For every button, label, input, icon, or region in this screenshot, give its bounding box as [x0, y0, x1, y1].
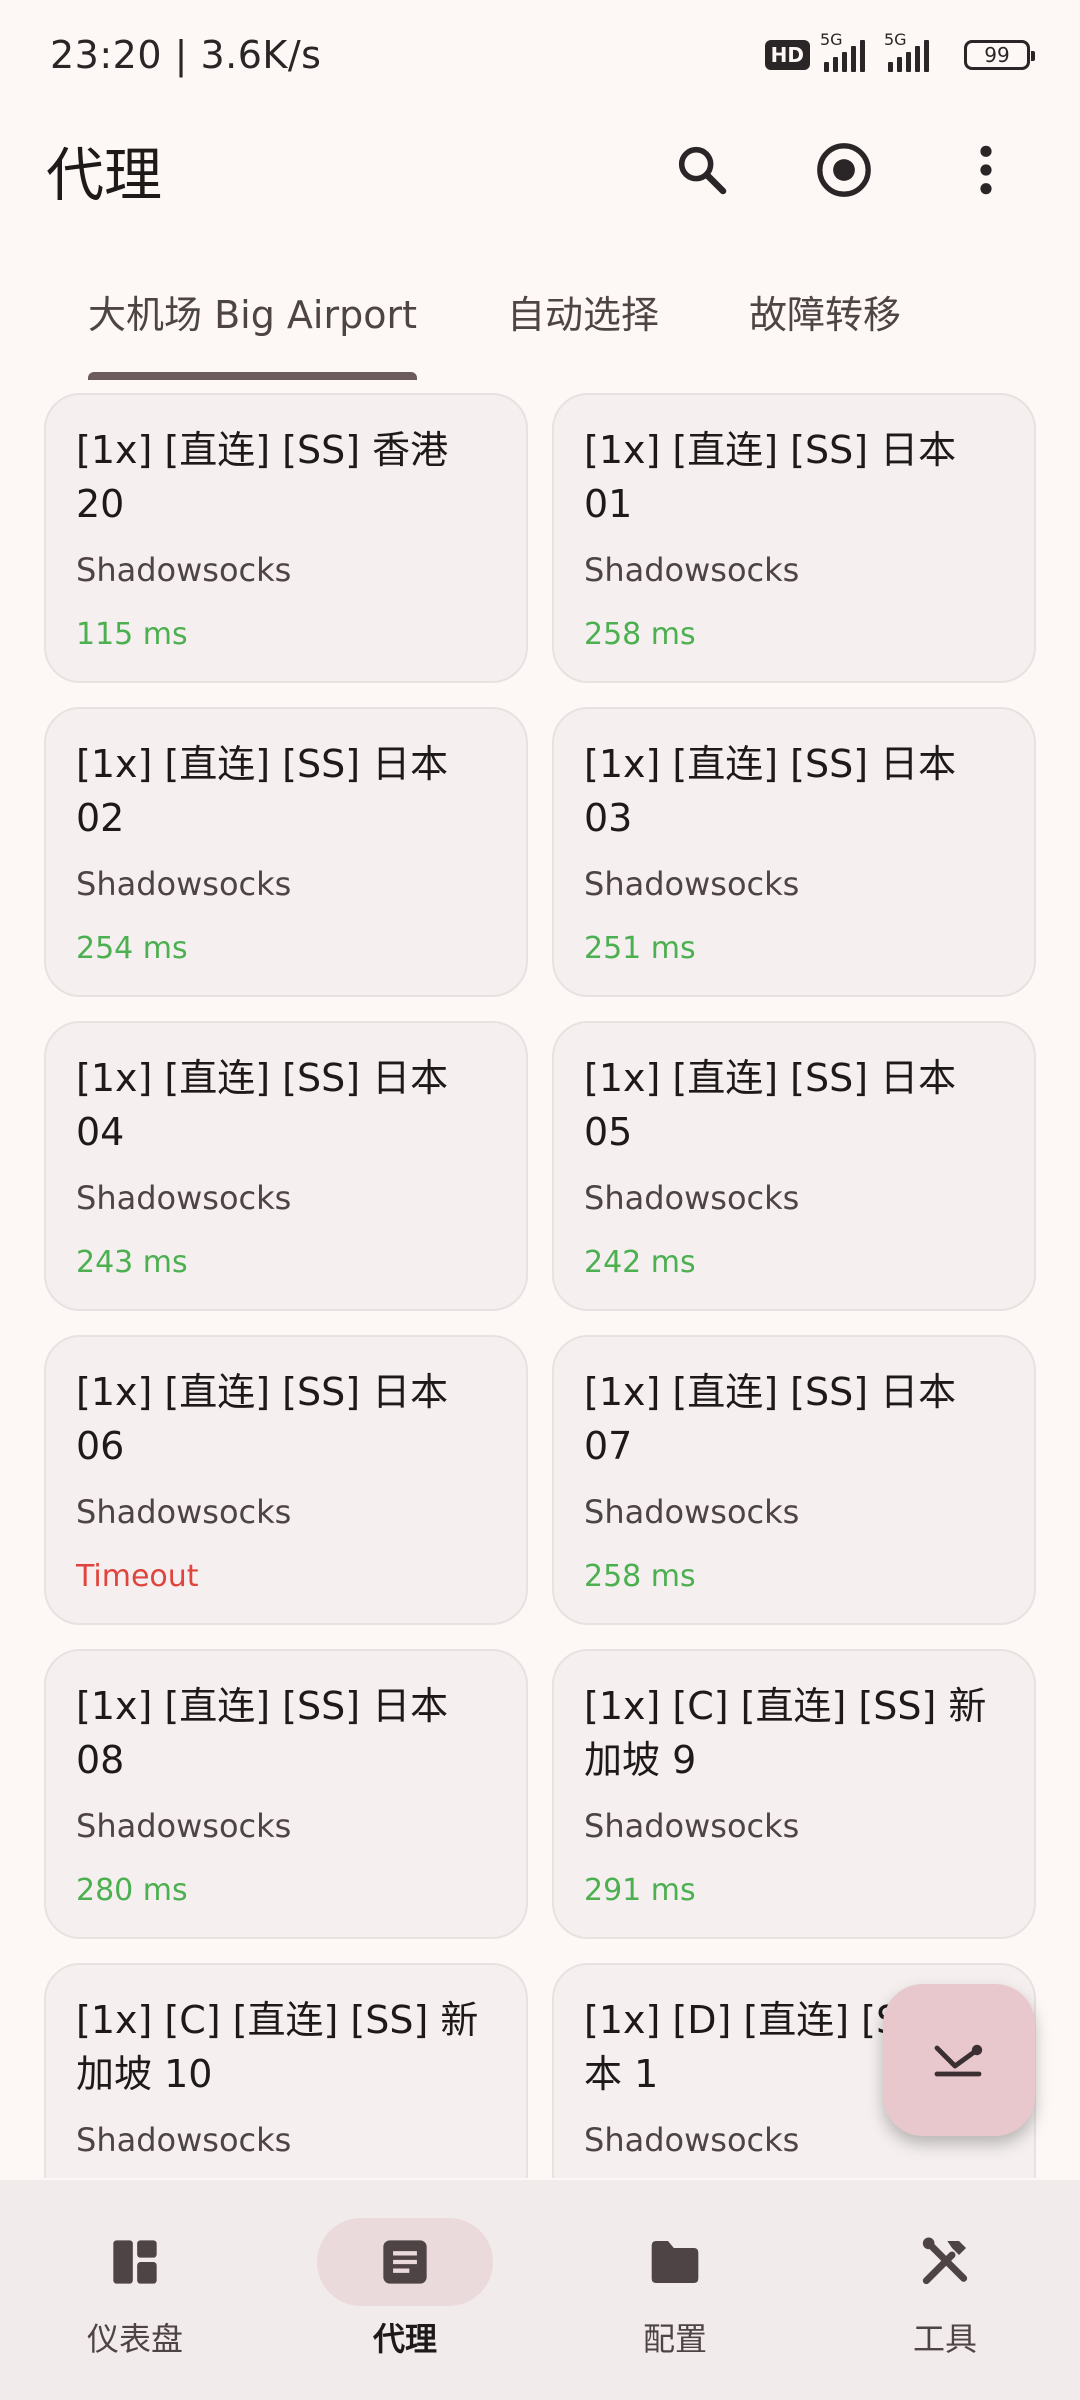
- status-indicators: HD 5G 5G 99: [764, 30, 1035, 72]
- proxy-card[interactable]: [1x] [C] [直连] [SS] 新加坡 9 Shadowsocks 291 m…: [552, 1649, 1036, 1939]
- proxy-name: [1x] [直连] [SS] 日本 07: [584, 1370, 957, 1468]
- proxy-name: [1x] [直连] [SS] 日本 05: [584, 1056, 957, 1154]
- nav-dashboard[interactable]: 仪表盘: [0, 2180, 270, 2400]
- proxy-delay: 242 ms: [584, 1245, 696, 1280]
- proxy-type: Shadowsocks: [76, 865, 292, 903]
- proxy-delay: 251 ms: [584, 931, 696, 966]
- proxy-name: [1x] [直连] [SS] 日本 06: [76, 1370, 449, 1468]
- article-icon: [383, 2240, 427, 2284]
- proxy-card[interactable]: [1x] [直连] [SS] 香港 20 Shadowsocks 115 ms: [44, 393, 528, 683]
- proxy-type: Shadowsocks: [584, 1493, 800, 1531]
- proxy-delay: Timeout: [76, 1559, 199, 1594]
- proxy-card[interactable]: [1x] [直连] [SS] 日本 01 Shadowsocks 258 ms: [552, 393, 1036, 683]
- proxy-type: Shadowsocks: [76, 1807, 292, 1845]
- proxy-card[interactable]: [1x] [直连] [SS] 日本 04 Shadowsocks 243 ms: [44, 1021, 528, 1311]
- proxy-card[interactable]: [1x] [C] [直连] [SS] 新加坡 10 Shadowsocks: [44, 1963, 528, 2178]
- proxy-name: [1x] [直连] [SS] 日本 03: [584, 742, 957, 840]
- proxy-type: Shadowsocks: [76, 1179, 292, 1217]
- nav-label: 仪表盘: [86, 2320, 183, 2358]
- proxy-card[interactable]: [1x] [直连] [SS] 日本 07 Shadowsocks 258 ms: [552, 1335, 1036, 1625]
- proxy-delay: 258 ms: [584, 617, 696, 652]
- proxy-card[interactable]: [1x] [直连] [SS] 日本 06 Shadowsocks Timeout: [44, 1335, 528, 1625]
- nav-label: 工具: [912, 2320, 977, 2358]
- page-title: 代理: [46, 141, 163, 209]
- proxy-name: [1x] [直连] [SS] 日本 08: [76, 1684, 449, 1782]
- proxy-delay: 291 ms: [584, 1873, 696, 1908]
- tab-auto-select[interactable]: 自动选择: [507, 260, 659, 380]
- folder-icon: [651, 2241, 699, 2283]
- proxy-card[interactable]: [1x] [直连] [SS] 日本 05 Shadowsocks 242 ms: [552, 1021, 1036, 1311]
- proxy-delay: 280 ms: [76, 1873, 188, 1908]
- proxy-name: [1x] [直连] [SS] 日本 01: [584, 428, 957, 526]
- proxy-name: [1x] [直连] [SS] 日本 02: [76, 742, 449, 840]
- proxy-type: Shadowsocks: [584, 551, 800, 589]
- nav-profiles[interactable]: 配置: [540, 2180, 810, 2400]
- proxy-type: Shadowsocks: [76, 2121, 292, 2159]
- dashboard-icon: [113, 2240, 157, 2284]
- proxy-type: Shadowsocks: [584, 1179, 800, 1217]
- test-delay-icon: [934, 2044, 983, 2077]
- proxy-name: [1x] [直连] [SS] 香港 20: [76, 428, 449, 526]
- group-tabs: 大机场 Big Airport 自动选择 故障转移: [0, 260, 1080, 380]
- app-bar: 代理: [0, 120, 1080, 220]
- proxy-delay: 243 ms: [76, 1245, 188, 1280]
- location-button[interactable]: [796, 122, 892, 218]
- proxy-card[interactable]: [1x] [直连] [SS] 日本 03 Shadowsocks 251 ms: [552, 707, 1036, 997]
- proxy-name: [1x] [C] [直连] [SS] 新加坡 10: [76, 1998, 479, 2096]
- proxy-name: [1x] [C] [直连] [SS] 新加坡 9: [584, 1684, 987, 1782]
- more-button[interactable]: [938, 122, 1034, 218]
- status-time-speed: 23:20 | 3.6K/s: [50, 33, 322, 77]
- proxy-delay: 254 ms: [76, 931, 188, 966]
- tools-icon: [922, 2237, 968, 2285]
- proxy-type: Shadowsocks: [584, 865, 800, 903]
- signal-icon: 5G: [884, 30, 950, 72]
- proxy-type: Shadowsocks: [76, 1493, 292, 1531]
- proxy-type: Shadowsocks: [584, 1807, 800, 1845]
- proxy-name: [1x] [直连] [SS] 日本 04: [76, 1056, 449, 1154]
- proxy-card[interactable]: [1x] [直连] [SS] 日本 08 Shadowsocks 280 ms: [44, 1649, 528, 1939]
- signal-icon: 5G: [820, 30, 874, 72]
- proxy-delay: 115 ms: [76, 617, 188, 652]
- search-button[interactable]: [654, 122, 750, 218]
- battery-icon: 99: [964, 40, 1035, 70]
- status-bar: 23:20 | 3.6K/s HD 5G 5G 99: [0, 0, 1080, 110]
- nav-tools[interactable]: 工具: [810, 2180, 1080, 2400]
- more-vert-icon: [980, 145, 992, 195]
- bottom-nav: 仪表盘 代理 配置 工具: [0, 2180, 1080, 2400]
- proxy-type: Shadowsocks: [76, 551, 292, 589]
- hd-voice-icon: HD: [764, 40, 810, 70]
- nav-label: 配置: [642, 2320, 707, 2358]
- test-delay-button[interactable]: [883, 1984, 1035, 2136]
- tab-big-airport[interactable]: 大机场 Big Airport: [88, 260, 417, 380]
- target-icon: [817, 143, 871, 197]
- search-icon: [678, 146, 727, 195]
- nav-proxies[interactable]: 代理: [270, 2180, 540, 2400]
- tab-failover[interactable]: 故障转移: [749, 260, 901, 380]
- proxy-delay: 258 ms: [584, 1559, 696, 1594]
- proxy-grid: [1x] [直连] [SS] 香港 20 Shadowsocks 115 ms [1x…: [44, 393, 1036, 2178]
- nav-label: 代理: [372, 2320, 437, 2358]
- proxy-card[interactable]: [1x] [直连] [SS] 日本 02 Shadowsocks 254 ms: [44, 707, 528, 997]
